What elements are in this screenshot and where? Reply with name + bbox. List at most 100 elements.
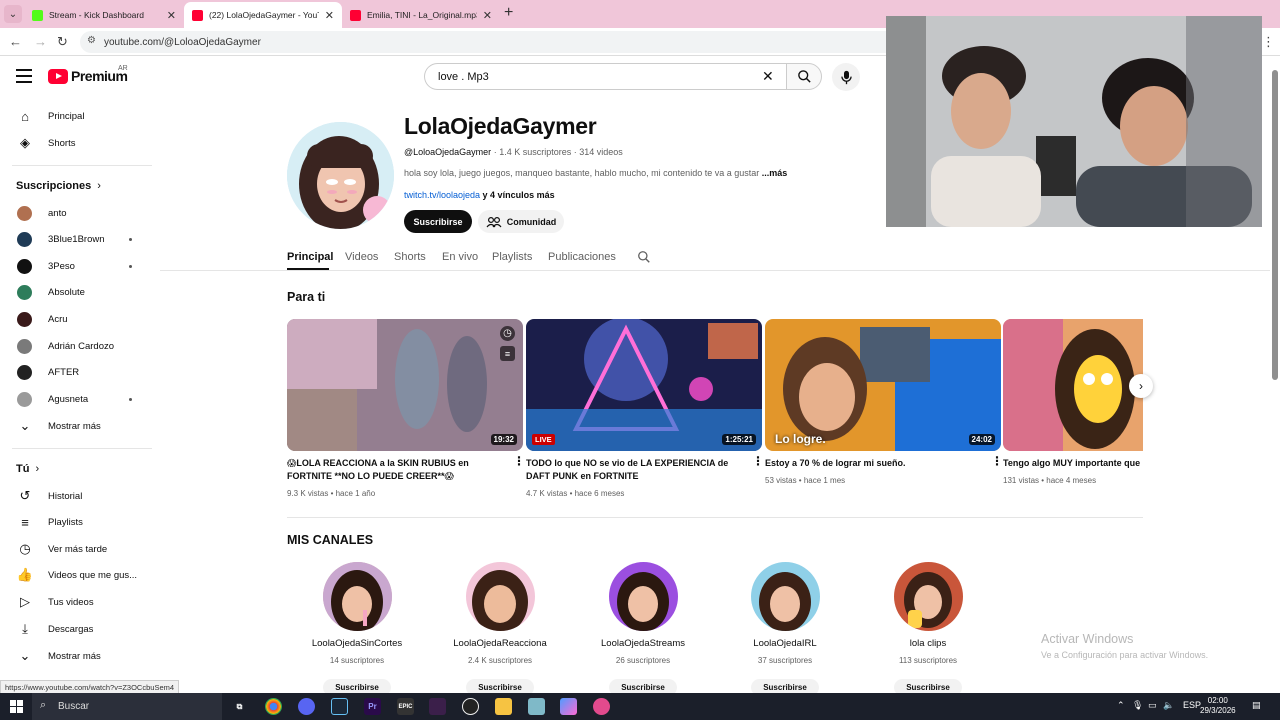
reload-icon[interactable]: ↻ bbox=[57, 34, 68, 50]
channel-avatar[interactable] bbox=[287, 122, 394, 229]
steam-icon[interactable] bbox=[331, 698, 348, 715]
subscribe-button[interactable]: Suscribirse bbox=[404, 210, 472, 233]
sidebar-item-historial[interactable]: ↺ Historial bbox=[0, 483, 152, 509]
scrollbar-thumb[interactable] bbox=[1272, 70, 1278, 380]
voice-search-button[interactable] bbox=[832, 63, 860, 91]
new-tab-icon[interactable]: + bbox=[504, 4, 513, 22]
sidebar-item-downloads[interactable]: ⤓ Descargas bbox=[0, 616, 152, 642]
volume-icon[interactable]: 🔈 bbox=[1163, 700, 1174, 711]
epic-games-icon[interactable]: EPIC bbox=[397, 698, 414, 715]
channel-name[interactable]: LoolaOjedaReacciona bbox=[430, 638, 570, 649]
close-icon[interactable]: ✕ bbox=[167, 9, 176, 22]
video-thumbnail[interactable] bbox=[1003, 319, 1143, 451]
sidebar-show-more-you[interactable]: ⌄ Mostrar más bbox=[0, 643, 152, 669]
close-icon[interactable]: ✕ bbox=[325, 9, 334, 22]
sidebar-sub-after[interactable]: AFTER bbox=[0, 359, 152, 385]
channel-name[interactable]: LoolaOjedaStreams bbox=[573, 638, 713, 649]
task-view-icon[interactable]: ⧉ bbox=[231, 698, 248, 715]
sidebar-sub-adrian-cardozo[interactable]: Adrián Cardozo bbox=[0, 333, 152, 359]
page-scrollbar[interactable] bbox=[1270, 56, 1280, 693]
notifications-icon[interactable]: ▤ bbox=[1252, 700, 1261, 711]
sidebar-item-watch-later[interactable]: ◷ Ver más tarde bbox=[0, 536, 152, 562]
video-options-icon[interactable]: ⋮ bbox=[991, 455, 1003, 467]
file-explorer-icon[interactable] bbox=[495, 698, 512, 715]
channel-name[interactable]: LoolaOjedaIRL bbox=[715, 638, 855, 649]
forward-icon[interactable]: → bbox=[34, 34, 47, 49]
sidebar-show-more-subs[interactable]: ⌄ Mostrar más bbox=[0, 413, 152, 439]
channel-card[interactable]: LoolaOjedaIRL 37 suscriptores Suscribirs… bbox=[715, 562, 855, 696]
channel-card[interactable]: LoolaOjedaStreams 26 suscriptores Suscri… bbox=[573, 562, 713, 696]
sidebar-sub-3peso[interactable]: 3Peso bbox=[0, 253, 152, 279]
app-icon[interactable] bbox=[528, 698, 545, 715]
video-thumbnail[interactable]: 19:32 ◷ ≡ bbox=[287, 319, 523, 451]
discord-icon[interactable] bbox=[298, 698, 315, 715]
channel-avatar[interactable] bbox=[608, 562, 678, 631]
video-thumbnail[interactable]: LIVE 1:25:21 bbox=[526, 319, 762, 451]
hamburger-menu-icon[interactable] bbox=[16, 69, 32, 83]
tab-playlists[interactable]: Playlists bbox=[492, 251, 532, 263]
channel-name[interactable]: LoolaOjedaSinCortes bbox=[287, 638, 427, 649]
tab-shorts[interactable]: Shorts bbox=[394, 251, 426, 263]
subscriptions-heading[interactable]: Suscripciones › bbox=[16, 180, 101, 192]
tab-principal[interactable]: Principal bbox=[287, 251, 333, 263]
microphone-tray-icon[interactable]: 🎙 bbox=[1132, 700, 1143, 711]
copilot-icon[interactable] bbox=[560, 698, 577, 715]
app-icon[interactable] bbox=[429, 698, 446, 715]
chrome-profile-icon[interactable] bbox=[593, 698, 610, 715]
tab-videos[interactable]: Videos bbox=[345, 251, 378, 263]
language-indicator[interactable]: ESP bbox=[1183, 700, 1201, 710]
carousel-next-button[interactable]: › bbox=[1129, 374, 1153, 398]
back-icon[interactable]: ← bbox=[9, 34, 22, 49]
channel-avatar[interactable] bbox=[750, 562, 820, 631]
you-heading[interactable]: Tú › bbox=[16, 463, 39, 475]
sidebar-item-shorts[interactable]: ◈ Shorts bbox=[0, 130, 152, 156]
tab-publicaciones[interactable]: Publicaciones bbox=[548, 251, 616, 263]
more-link[interactable]: ...más bbox=[762, 168, 788, 178]
search-input[interactable]: love . Mp3 bbox=[424, 63, 786, 90]
video-title[interactable]: Tengo algo MUY importante que c bbox=[1003, 457, 1143, 470]
taskbar-search[interactable]: ⌕ Buscar bbox=[32, 693, 222, 720]
obs-icon[interactable] bbox=[462, 698, 479, 715]
channel-name[interactable]: lola clips bbox=[858, 638, 998, 649]
video-thumbnail[interactable]: Lo logre. 24:02 bbox=[765, 319, 1001, 451]
channel-card[interactable]: LoolaOjedaSinCortes 14 suscriptores Susc… bbox=[287, 562, 427, 696]
clear-search-icon[interactable]: ✕ bbox=[762, 68, 774, 85]
video-title[interactable]: Estoy a 70 % de lograr mi sueño. bbox=[765, 457, 987, 470]
video-options-icon[interactable]: ⋮ bbox=[752, 455, 764, 467]
premiere-icon[interactable]: Pr bbox=[364, 698, 381, 715]
sidebar-sub-3blue1brown[interactable]: 3Blue1Brown bbox=[0, 226, 152, 252]
channel-avatar[interactable] bbox=[322, 562, 392, 631]
taskbar-clock[interactable]: 02:00 29/3/2026 bbox=[1200, 696, 1236, 716]
youtube-premium-logo[interactable]: Premium AR bbox=[48, 65, 128, 84]
browser-tab-youtube-music[interactable]: Emilia, TINI - La_Original.mp3 ( ✕ bbox=[342, 2, 500, 28]
browser-tab-youtube-channel[interactable]: (22) LolaOjedaGaymer - YouTube ✕ bbox=[184, 2, 342, 28]
sidebar-item-your-videos[interactable]: ▷ Tus videos bbox=[0, 589, 152, 615]
channel-description[interactable]: hola soy lola, juego juegos, manqueo bas… bbox=[404, 168, 787, 178]
video-options-icon[interactable]: ⋮ bbox=[513, 455, 525, 467]
sidebar-item-liked-videos[interactable]: 👍 Videos que me gus... bbox=[0, 562, 152, 588]
twitch-link[interactable]: twitch.tv/loolaojeda bbox=[404, 190, 480, 200]
more-links[interactable]: y 4 vínculos más bbox=[480, 190, 555, 200]
browser-menu-icon[interactable]: ⋮ bbox=[1262, 34, 1275, 50]
tab-search-icon[interactable]: ⌄ bbox=[4, 5, 22, 23]
channel-card[interactable]: lola clips 113 suscriptores Suscribirse bbox=[858, 562, 998, 696]
video-card[interactable]: Tengo algo MUY importante que c 131 vist… bbox=[1003, 319, 1143, 494]
windows-start-icon[interactable] bbox=[10, 700, 23, 713]
community-button[interactable]: Comunidad bbox=[478, 210, 564, 233]
site-info-icon[interactable]: ⚙ bbox=[87, 35, 96, 46]
sidebar-sub-agusneta[interactable]: Agusneta bbox=[0, 386, 152, 412]
tab-en-vivo[interactable]: En vivo bbox=[442, 251, 478, 263]
network-icon[interactable]: ▭ bbox=[1148, 700, 1157, 711]
watch-later-icon[interactable]: ◷ bbox=[500, 326, 515, 341]
channel-avatar[interactable] bbox=[893, 562, 963, 631]
browser-tab-kick[interactable]: Stream - Kick Dashboard ✕ bbox=[24, 2, 184, 28]
search-button[interactable] bbox=[786, 63, 822, 90]
sidebar-item-principal[interactable]: ⌂ Principal bbox=[0, 103, 152, 129]
sidebar-sub-anto[interactable]: anto bbox=[0, 200, 152, 226]
sidebar-item-playlists[interactable]: ≡ Playlists bbox=[0, 509, 152, 535]
channel-search-icon[interactable] bbox=[637, 250, 651, 269]
tray-overflow-icon[interactable]: ⌃ bbox=[1117, 700, 1125, 711]
video-title[interactable]: TODO lo que NO se vio de LA EXPERIENCIA … bbox=[526, 457, 748, 483]
sidebar-sub-absolute[interactable]: Absolute bbox=[0, 279, 152, 305]
video-title[interactable]: 😱LOLA REACCIONA a la SKIN RUBIUS en FORT… bbox=[287, 457, 509, 483]
